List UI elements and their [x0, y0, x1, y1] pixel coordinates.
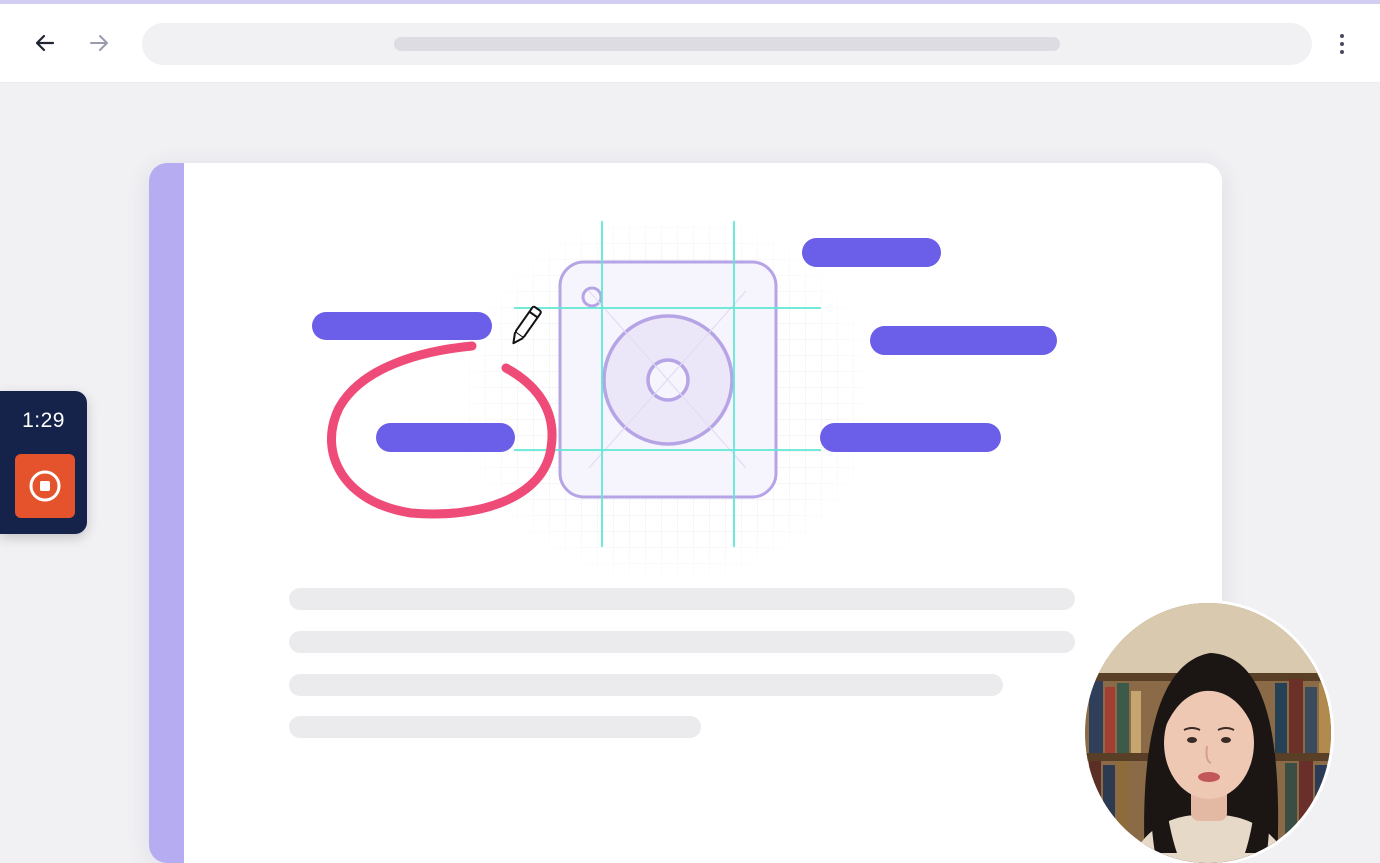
address-bar[interactable] — [142, 23, 1312, 65]
stop-recording-button[interactable] — [15, 454, 75, 518]
callout-bar — [802, 238, 941, 267]
text-placeholder-line — [289, 631, 1075, 653]
arrow-left-icon — [35, 34, 55, 52]
url-placeholder — [394, 37, 1060, 51]
text-placeholder-line — [289, 716, 701, 738]
stop-icon — [29, 470, 61, 502]
more-vertical-icon — [1340, 34, 1344, 54]
icon-design-illustration — [312, 203, 1057, 593]
text-placeholder-line — [289, 588, 1075, 610]
camera-icon — [558, 260, 778, 499]
callout-bar — [312, 312, 492, 340]
callout-bar — [820, 423, 1001, 452]
text-placeholder-line — [289, 674, 1003, 696]
back-button[interactable] — [30, 28, 60, 58]
forward-button[interactable] — [84, 28, 114, 58]
recording-controls: 1:29 — [0, 391, 87, 534]
browser-menu-button[interactable] — [1330, 28, 1354, 60]
browser-toolbar — [0, 4, 1380, 83]
callout-bar — [376, 423, 515, 452]
document-card — [149, 163, 1222, 863]
recording-timer: 1:29 — [22, 409, 65, 432]
presenter-video-feed — [1085, 603, 1331, 863]
callout-bar — [870, 326, 1057, 355]
webcam-bubble[interactable] — [1085, 603, 1331, 863]
arrow-right-icon — [90, 35, 108, 51]
